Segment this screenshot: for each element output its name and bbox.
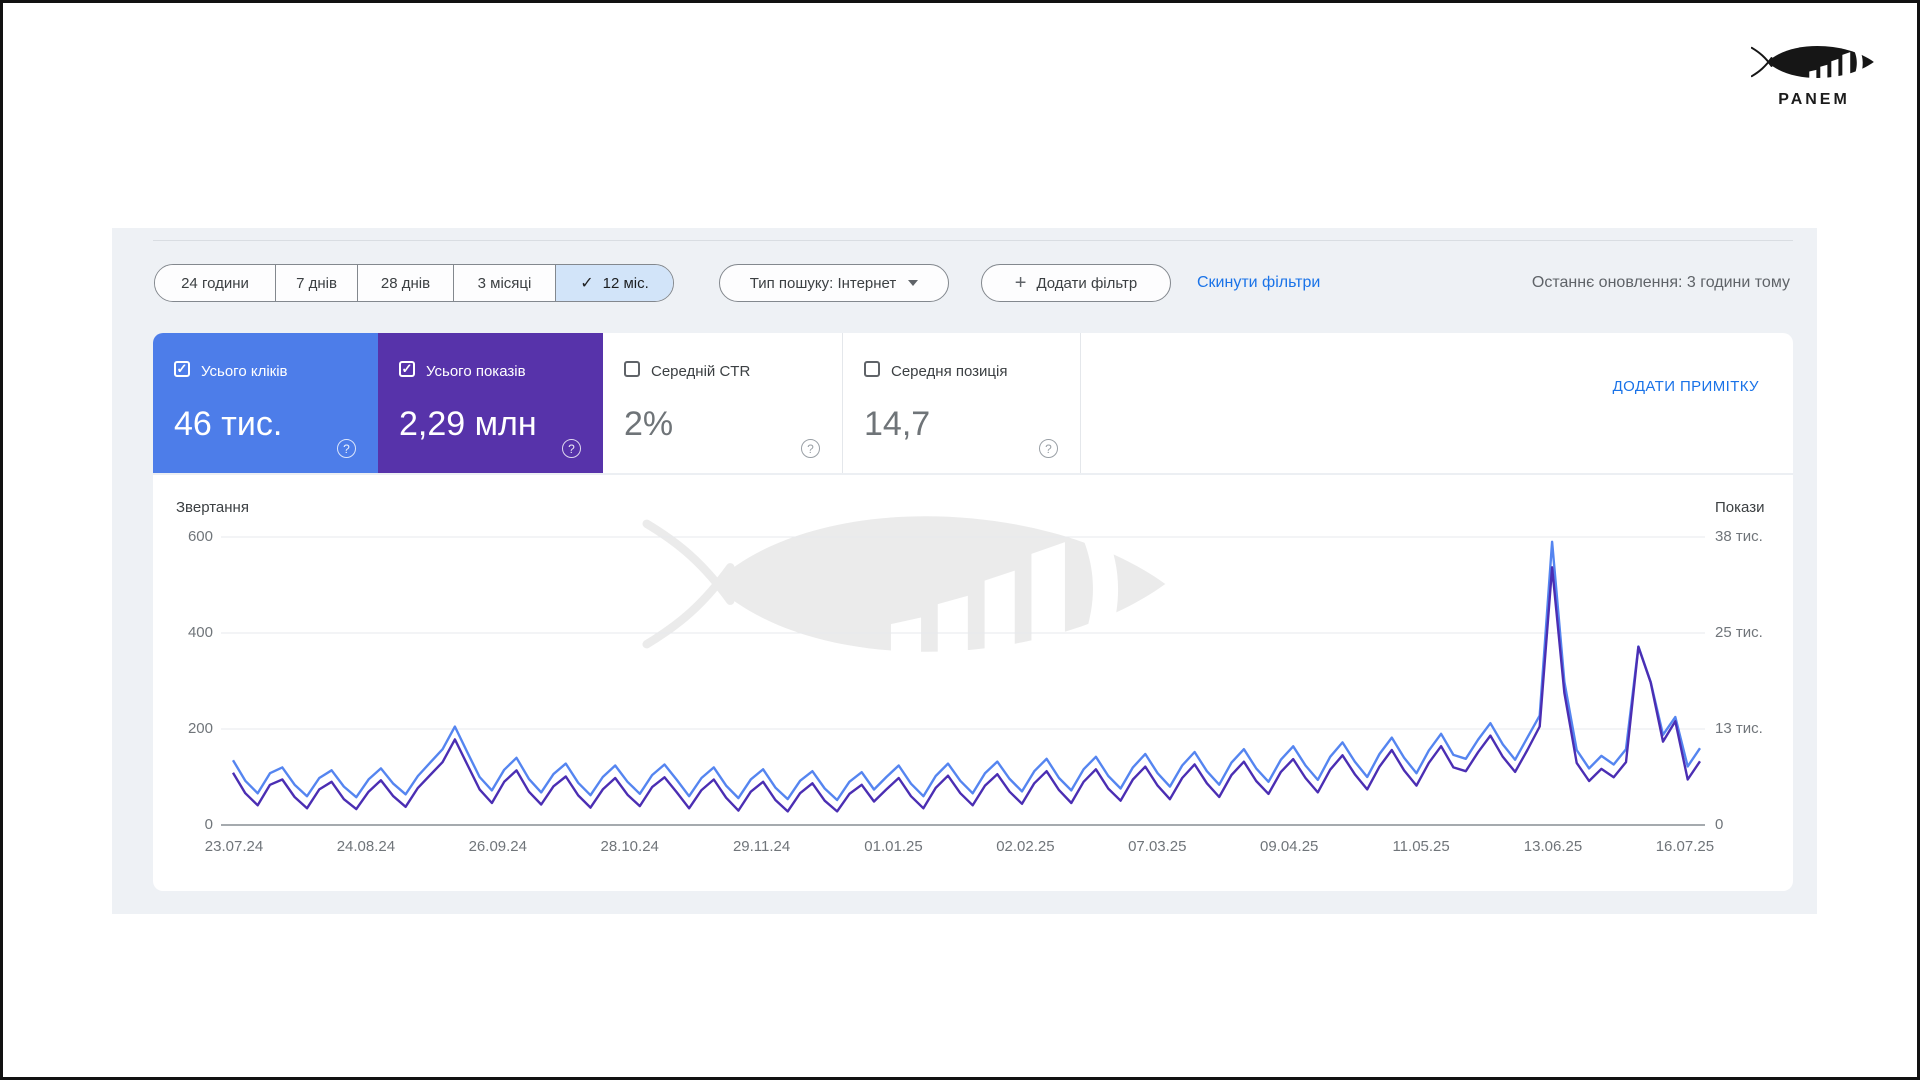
add-annotation-link[interactable]: ДОДАТИ ПРИМІТКУ bbox=[1613, 378, 1759, 395]
right-axis-tick: 13 тис. bbox=[1715, 720, 1763, 737]
performance-chart bbox=[221, 536, 1705, 826]
metric-card-impressions[interactable]: ✓ Усього показів 2,29 млн ? bbox=[378, 333, 603, 473]
metric-row-separator bbox=[153, 473, 1793, 475]
right-axis-tick: 25 тис. bbox=[1715, 624, 1763, 641]
left-axis-tick: 0 bbox=[204, 816, 213, 833]
impressions-value: 2,29 млн bbox=[399, 405, 537, 443]
clicks-value: 46 тис. bbox=[174, 405, 283, 443]
x-axis-tick: 02.02.25 bbox=[996, 838, 1055, 855]
x-axis-tick: 28.10.24 bbox=[600, 838, 659, 855]
range-3m-button[interactable]: 3 місяці bbox=[454, 265, 556, 301]
x-axis-tick: 29.11.24 bbox=[732, 838, 791, 855]
brand-logo: PANEM bbox=[1751, 39, 1877, 109]
range-3m-label: 3 місяці bbox=[477, 274, 532, 292]
performance-card: ✓ Усього кліків 46 тис. ? ✓ Усього показ… bbox=[153, 333, 1793, 891]
check-icon: ✓ bbox=[580, 275, 594, 292]
ctr-checkbox[interactable] bbox=[624, 361, 640, 377]
add-filter-label: Додати фільтр bbox=[1036, 274, 1138, 292]
x-axis-tick: 23.07.24 bbox=[204, 838, 264, 855]
right-axis-tick: 0 bbox=[1715, 816, 1724, 833]
range-28d-label: 28 днів bbox=[380, 274, 431, 292]
x-axis-tick: 09.04.25 bbox=[1259, 838, 1319, 855]
metric-card-ctr[interactable]: Середній CTR 2% ? bbox=[603, 333, 843, 473]
clicks-label: Усього кліків bbox=[201, 363, 288, 380]
range-7d-label: 7 днів bbox=[296, 274, 337, 292]
app-root: PANEM 24 години 7 днів 28 днів 3 місяці … bbox=[0, 0, 1920, 1080]
position-label: Середня позиція bbox=[891, 363, 1008, 380]
x-axis-tick: 16.07.25 bbox=[1655, 838, 1715, 855]
position-value: 14,7 bbox=[864, 405, 931, 443]
left-axis-tick: 200 bbox=[187, 720, 213, 737]
help-icon[interactable]: ? bbox=[562, 439, 581, 458]
x-axis-tick: 11.05.25 bbox=[1392, 838, 1450, 855]
fish-logo-icon bbox=[1751, 39, 1877, 85]
range-12m-label: 12 міс. bbox=[602, 274, 649, 292]
position-checkbox[interactable] bbox=[864, 361, 880, 377]
x-axis-tick: 07.03.25 bbox=[1128, 838, 1187, 855]
impressions-checkbox[interactable]: ✓ bbox=[399, 361, 415, 377]
search-type-label: Тип пошуку: Інтернет bbox=[749, 274, 897, 292]
add-filter-button[interactable]: + Додати фільтр bbox=[981, 264, 1171, 302]
ctr-value: 2% bbox=[624, 405, 674, 443]
right-axis-tick: 38 тис. bbox=[1715, 528, 1763, 545]
left-axis-tick: 400 bbox=[187, 624, 213, 641]
help-icon[interactable]: ? bbox=[1039, 439, 1058, 458]
x-axis-tick: 01.01.25 bbox=[864, 838, 923, 855]
impressions-label: Усього показів bbox=[426, 363, 526, 380]
range-24h-button[interactable]: 24 години bbox=[155, 265, 276, 301]
help-icon[interactable]: ? bbox=[337, 439, 356, 458]
reset-filters-link[interactable]: Скинути фільтри bbox=[1197, 264, 1320, 302]
range-12m-button[interactable]: ✓ 12 міс. bbox=[556, 265, 673, 301]
search-type-dropdown[interactable]: Тип пошуку: Інтернет bbox=[719, 264, 949, 302]
brand-name: PANEM bbox=[1778, 91, 1850, 108]
ctr-label: Середній CTR bbox=[651, 363, 751, 380]
panel-divider bbox=[153, 240, 1793, 241]
x-axis-tick: 24.08.24 bbox=[336, 838, 396, 855]
last-update-text: Останнє оновлення: 3 години тому bbox=[1531, 274, 1790, 291]
x-axis-tick: 26.09.24 bbox=[468, 838, 527, 855]
impressions-line bbox=[231, 566, 1701, 813]
chevron-down-icon bbox=[908, 280, 919, 286]
clicks-checkbox[interactable]: ✓ bbox=[174, 361, 190, 377]
metric-card-clicks[interactable]: ✓ Усього кліків 46 тис. ? bbox=[153, 333, 378, 473]
x-axis-tick: 13.06.25 bbox=[1523, 838, 1583, 855]
range-24h-label: 24 години bbox=[181, 274, 249, 292]
plus-icon: + bbox=[1014, 272, 1027, 294]
range-7d-button[interactable]: 7 днів bbox=[276, 265, 358, 301]
help-icon[interactable]: ? bbox=[801, 439, 820, 458]
metric-card-position[interactable]: Середня позиція 14,7 ? bbox=[843, 333, 1081, 473]
date-range-segmented-control: 24 години 7 днів 28 днів 3 місяці ✓ 12 м… bbox=[154, 264, 674, 302]
left-axis-tick: 600 bbox=[187, 528, 213, 545]
clicks-line bbox=[231, 540, 1701, 802]
range-28d-button[interactable]: 28 днів bbox=[358, 265, 454, 301]
